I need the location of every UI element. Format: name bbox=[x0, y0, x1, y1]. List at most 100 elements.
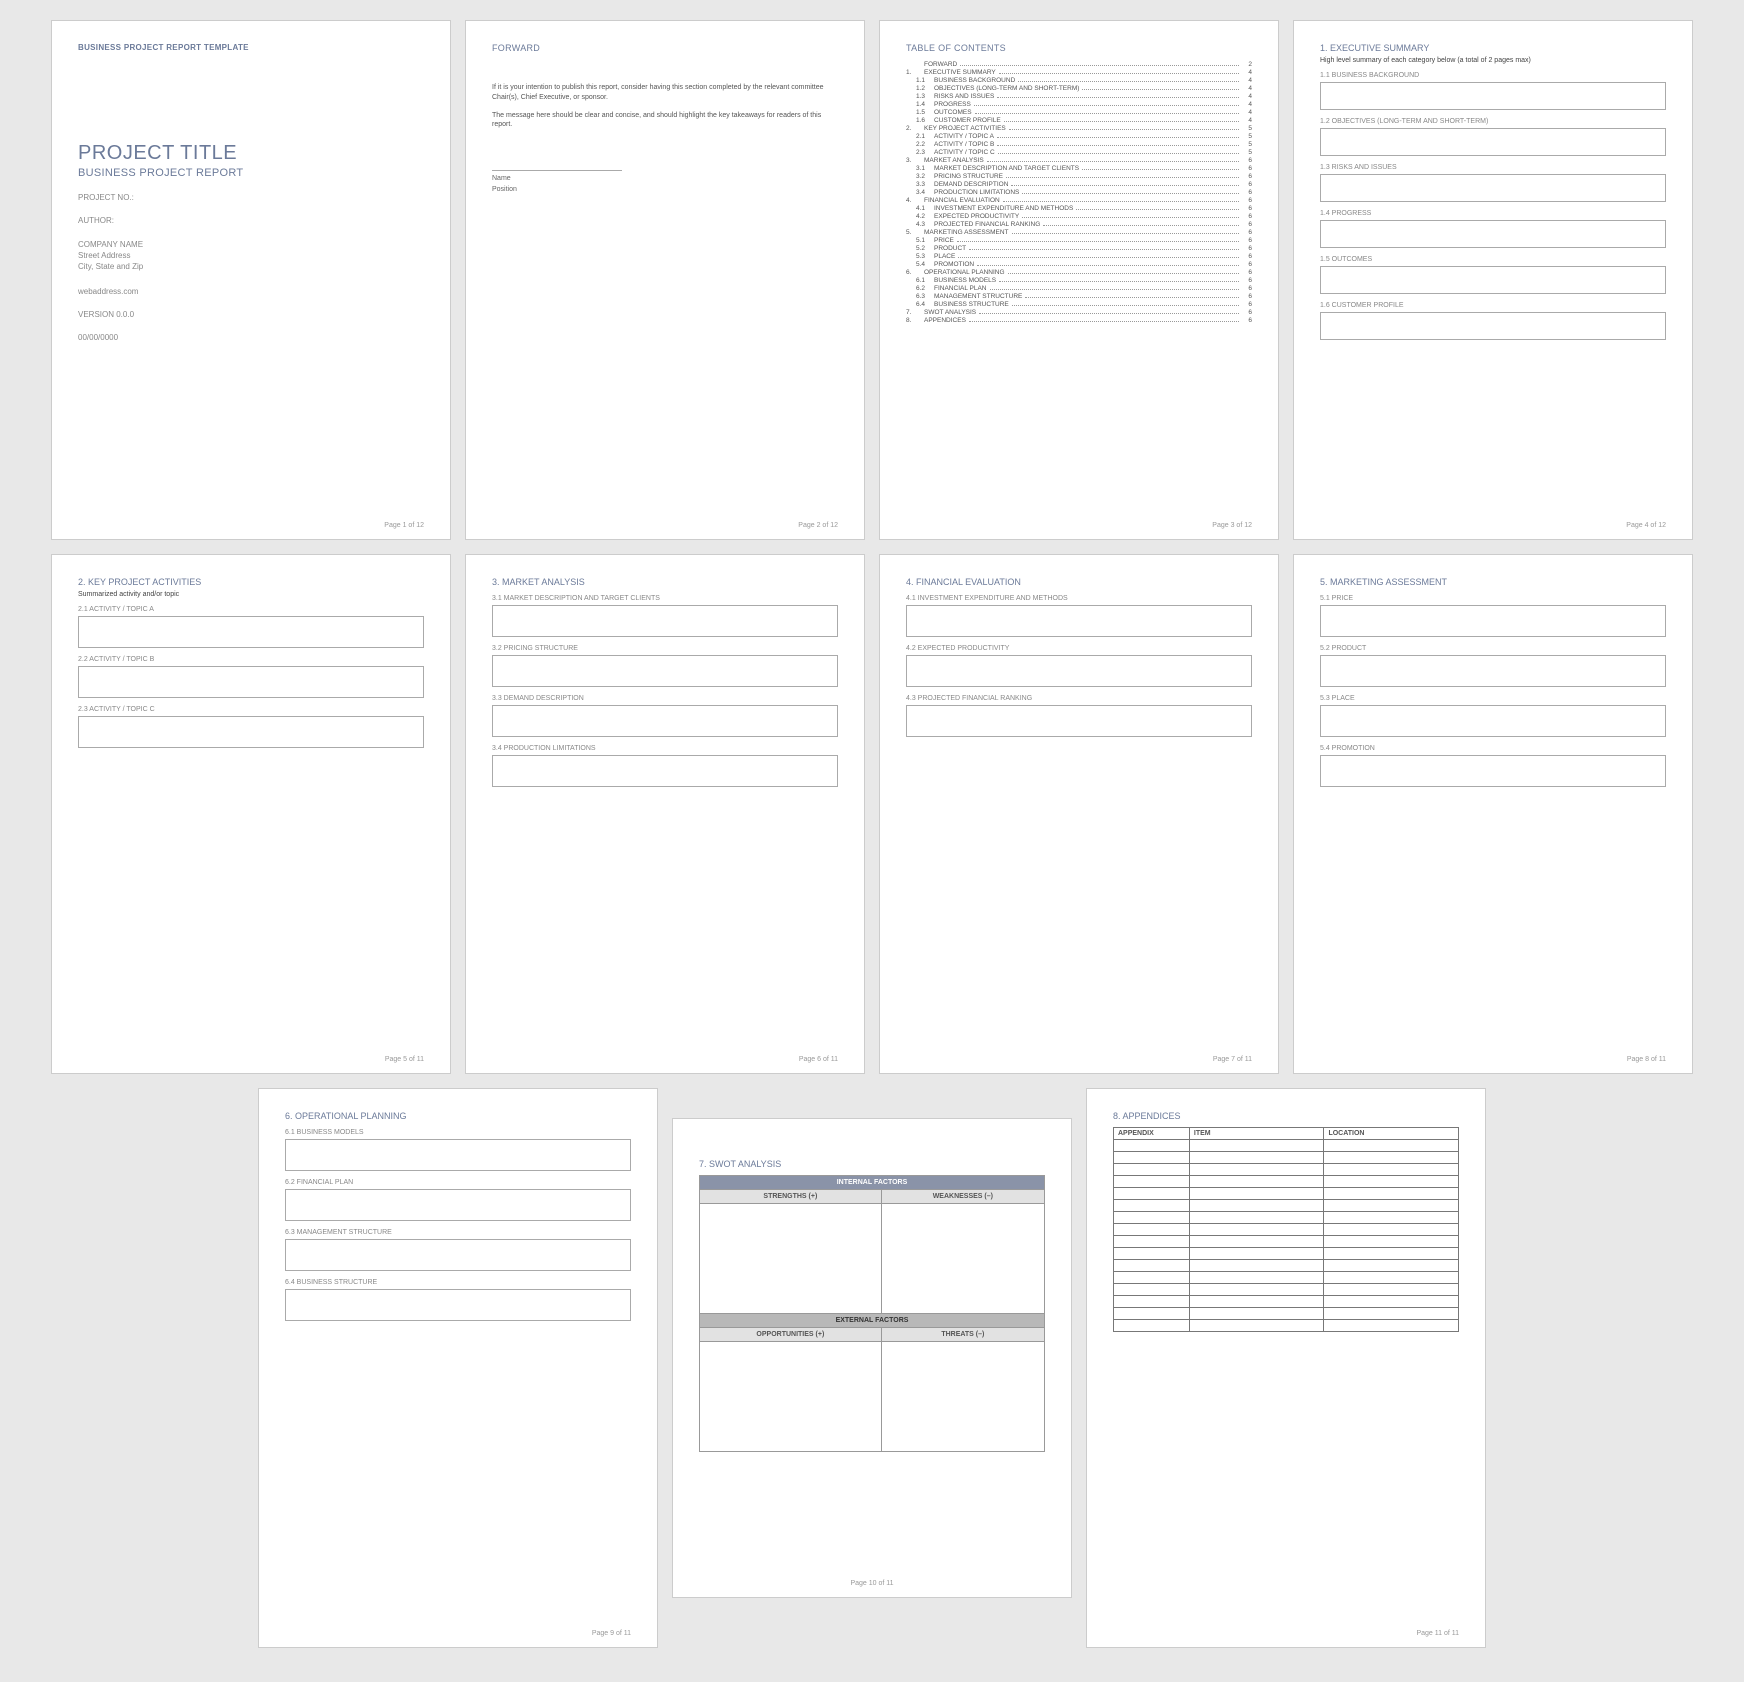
toc-num: 3. bbox=[906, 157, 924, 164]
toc-row: 8.APPENDICES6 bbox=[906, 317, 1252, 324]
toc-page: 5 bbox=[1242, 125, 1252, 132]
toc-page: 5 bbox=[1242, 141, 1252, 148]
table-row bbox=[1114, 1272, 1459, 1284]
toc-label: BUSINESS BACKGROUND bbox=[934, 77, 1015, 84]
toc-label: ACTIVITY / TOPIC C bbox=[934, 149, 995, 156]
toc-label: PRODUCT bbox=[934, 245, 966, 252]
swot-threats-cell bbox=[881, 1342, 1044, 1452]
toc-page: 6 bbox=[1242, 301, 1252, 308]
swot-title: 7. SWOT ANALYSIS bbox=[699, 1159, 1045, 1169]
toc-dots bbox=[1003, 201, 1239, 202]
swot-threats-header: THREATS (–) bbox=[881, 1328, 1044, 1342]
toc-label: ACTIVITY / TOPIC B bbox=[934, 141, 994, 148]
toc-page: 4 bbox=[1242, 117, 1252, 124]
toc-label: PRICING STRUCTURE bbox=[934, 173, 1003, 180]
toc-num: 5.4 bbox=[916, 261, 934, 268]
toc-label: PRICE bbox=[934, 237, 954, 244]
toc-label: APPENDICES bbox=[924, 317, 966, 324]
toc-dots bbox=[1043, 225, 1239, 226]
swot-weaknesses-cell bbox=[881, 1204, 1044, 1314]
doc-header: BUSINESS PROJECT REPORT TEMPLATE bbox=[78, 43, 424, 52]
page-footer: Page 6 of 11 bbox=[799, 1056, 838, 1063]
subsection-label: 5.2 PRODUCT bbox=[1320, 645, 1666, 652]
swot-opportunities-header: OPPORTUNITIES (+) bbox=[700, 1328, 882, 1342]
toc-row: 5.1PRICE6 bbox=[906, 237, 1252, 244]
apx-col-item: ITEM bbox=[1189, 1128, 1324, 1140]
toc-page: 6 bbox=[1242, 181, 1252, 188]
toc-num: 3.3 bbox=[916, 181, 934, 188]
content-box bbox=[1320, 174, 1666, 202]
project-title: PROJECT TITLE bbox=[78, 142, 424, 165]
toc-label: ACTIVITY / TOPIC A bbox=[934, 133, 994, 140]
content-box bbox=[285, 1239, 631, 1271]
web-address: webaddress.com bbox=[78, 287, 424, 296]
appendices-title: 8. APPENDICES bbox=[1113, 1111, 1459, 1121]
toc-num: 2.1 bbox=[916, 133, 934, 140]
toc-dots bbox=[999, 281, 1239, 282]
toc-label: MARKETING ASSESSMENT bbox=[924, 229, 1009, 236]
toc-page: 4 bbox=[1242, 77, 1252, 84]
toc-page: 6 bbox=[1242, 229, 1252, 236]
exec-summary-title: 1. EXECUTIVE SUMMARY bbox=[1320, 43, 1666, 53]
toc-dots bbox=[997, 145, 1239, 146]
toc-dots bbox=[1082, 89, 1239, 90]
swot-weaknesses-header: WEAKNESSES (–) bbox=[881, 1190, 1044, 1204]
swot-strengths-header: STRENGTHS (+) bbox=[700, 1190, 882, 1204]
toc-label: PLACE bbox=[934, 253, 955, 260]
toc-dots bbox=[977, 265, 1239, 266]
toc-row: 1.5OUTCOMES4 bbox=[906, 109, 1252, 116]
toc-dots bbox=[979, 313, 1239, 314]
subsection-label: 1.6 CUSTOMER PROFILE bbox=[1320, 302, 1666, 309]
forward-para2: The message here should be clear and con… bbox=[492, 111, 838, 131]
name-label: Name bbox=[492, 175, 838, 182]
toc-label: FORWARD bbox=[924, 61, 957, 68]
key-activities-subs: 2.1 ACTIVITY / TOPIC A2.2 ACTIVITY / TOP… bbox=[78, 606, 424, 748]
toc-label: RISKS AND ISSUES bbox=[934, 93, 994, 100]
table-row bbox=[1114, 1224, 1459, 1236]
toc-label: EXECUTIVE SUMMARY bbox=[924, 69, 996, 76]
subsection-label: 3.1 MARKET DESCRIPTION AND TARGET CLIENT… bbox=[492, 595, 838, 602]
toc-page: 6 bbox=[1242, 261, 1252, 268]
content-box bbox=[285, 1289, 631, 1321]
toc-row: 5.3PLACE6 bbox=[906, 253, 1252, 260]
toc-page: 6 bbox=[1242, 205, 1252, 212]
toc-dots bbox=[1076, 209, 1239, 210]
swot-external-header: EXTERNAL FACTORS bbox=[700, 1314, 1045, 1328]
toc-row: 3.4PRODUCTION LIMITATIONS6 bbox=[906, 189, 1252, 196]
financial-eval-subs: 4.1 INVESTMENT EXPENDITURE AND METHODS4.… bbox=[906, 595, 1252, 737]
toc-dots bbox=[957, 241, 1239, 242]
subsection-label: 5.3 PLACE bbox=[1320, 695, 1666, 702]
subsection-label: 1.4 PROGRESS bbox=[1320, 210, 1666, 217]
toc-dots bbox=[958, 257, 1239, 258]
toc-row: 4.1INVESTMENT EXPENDITURE AND METHODS6 bbox=[906, 205, 1252, 212]
toc-dots bbox=[1022, 193, 1239, 194]
subsection-label: 5.1 PRICE bbox=[1320, 595, 1666, 602]
toc-dots bbox=[987, 161, 1239, 162]
toc-row: 2.KEY PROJECT ACTIVITIES5 bbox=[906, 125, 1252, 132]
page-7: 4. FINANCIAL EVALUATION 4.1 INVESTMENT E… bbox=[879, 554, 1279, 1074]
toc-num: 5.3 bbox=[916, 253, 934, 260]
toc-dots bbox=[1022, 217, 1239, 218]
toc-dots bbox=[999, 73, 1239, 74]
toc-row: 1.3RISKS AND ISSUES4 bbox=[906, 93, 1252, 100]
table-row bbox=[1114, 1296, 1459, 1308]
toc-num: 8. bbox=[906, 317, 924, 324]
subsection-label: 3.2 PRICING STRUCTURE bbox=[492, 645, 838, 652]
toc-page: 6 bbox=[1242, 165, 1252, 172]
toc-label: BUSINESS MODELS bbox=[934, 277, 996, 284]
page-3: TABLE OF CONTENTS FORWARD21.EXECUTIVE SU… bbox=[879, 20, 1279, 540]
content-box bbox=[492, 655, 838, 687]
toc-dots bbox=[1012, 233, 1239, 234]
toc-row: 3.2PRICING STRUCTURE6 bbox=[906, 173, 1252, 180]
toc-row: 5.4PROMOTION6 bbox=[906, 261, 1252, 268]
table-row bbox=[1114, 1212, 1459, 1224]
content-box bbox=[1320, 655, 1666, 687]
toc-page: 5 bbox=[1242, 149, 1252, 156]
subsection-label: 5.4 PROMOTION bbox=[1320, 745, 1666, 752]
subsection-label: 3.3 DEMAND DESCRIPTION bbox=[492, 695, 838, 702]
page-footer: Page 11 of 11 bbox=[1416, 1630, 1459, 1637]
forward-title: FORWARD bbox=[492, 43, 838, 53]
toc-row: 3.1MARKET DESCRIPTION AND TARGET CLIENTS… bbox=[906, 165, 1252, 172]
table-row bbox=[1114, 1140, 1459, 1152]
toc-num: 1. bbox=[906, 69, 924, 76]
